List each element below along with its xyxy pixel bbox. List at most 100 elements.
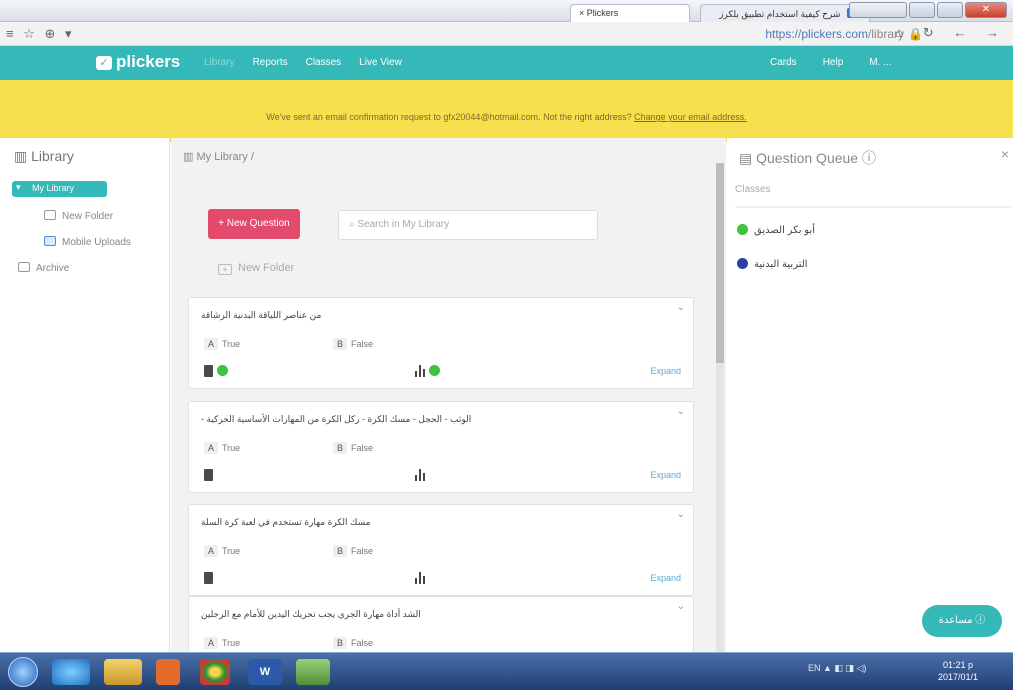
toolbar-icons-right[interactable]: ⌂ ↻ ← → xyxy=(895,25,1007,41)
excel-icon[interactable] xyxy=(296,659,330,685)
answer-text: True xyxy=(222,339,241,349)
nav-user[interactable]: M. ... xyxy=(869,57,891,68)
chevron-down-icon[interactable]: ⌄ xyxy=(677,302,685,313)
tab-tutorial[interactable]: شرح كيفية استخدام تطبيق بلكرز xyxy=(700,4,870,22)
nav-library[interactable]: Library xyxy=(204,57,235,68)
question-text-content: الشد أداة مهارة الجري يجب تحريك اليدين ل… xyxy=(201,609,421,619)
library-icon: ▥ xyxy=(183,151,194,163)
answer-text: False xyxy=(351,546,374,556)
answer-a: A True xyxy=(204,637,240,649)
calendar-icon[interactable] xyxy=(204,469,213,481)
answer-text: True xyxy=(222,443,241,453)
expand-button[interactable]: Expand xyxy=(650,470,681,480)
calendar-icon[interactable] xyxy=(204,572,213,584)
bar-chart-icon[interactable] xyxy=(415,365,425,377)
answer-b: B False xyxy=(333,338,373,350)
class-dot-icon xyxy=(217,365,228,376)
queue-icon: ▤ xyxy=(739,150,753,166)
scrollbar-thumb[interactable] xyxy=(716,163,724,363)
main-nav: Library Reports Classes Live View xyxy=(204,57,402,68)
breadcrumb: ▥ My Library / xyxy=(183,150,254,163)
sidebar-item-mobile-uploads[interactable]: Mobile Uploads xyxy=(44,236,131,248)
sidebar-item-archive[interactable]: Archive xyxy=(18,262,69,274)
nav-live-view[interactable]: Live View xyxy=(359,57,402,68)
nav-cards[interactable]: Cards xyxy=(770,57,797,68)
tab-label: Plickers xyxy=(586,8,619,18)
question-queue-panel: ▤ Question Queue ⓘ × Classes أبو بكر الص… xyxy=(727,138,1013,652)
expand-button[interactable]: Expand xyxy=(650,573,681,583)
chrome-icon[interactable] xyxy=(200,659,230,685)
search-input[interactable]: ⌕ Search in My Library xyxy=(338,210,598,240)
sidebar-item-my-library[interactable]: My Library xyxy=(12,181,107,197)
system-tray[interactable]: EN ▲ ◧ ◨ ◁) xyxy=(808,663,866,674)
plickers-logo[interactable]: ✓ plickers xyxy=(96,52,180,72)
answer-b: B False xyxy=(333,637,373,649)
url-host: https://plickers.com xyxy=(765,27,869,41)
bar-chart-icon[interactable] xyxy=(415,572,425,584)
mobile-icon xyxy=(44,236,56,246)
maximize-button[interactable] xyxy=(937,2,963,18)
divider xyxy=(735,206,1011,208)
queue-title: ▤ Question Queue ⓘ xyxy=(739,148,876,168)
calendar-icon[interactable] xyxy=(204,365,213,377)
new-folder-label: New Folder xyxy=(238,262,295,274)
folder-icon xyxy=(44,210,56,220)
library-icon: ▥ xyxy=(14,148,28,164)
new-folder-icon: + xyxy=(218,264,232,275)
answer-text: False xyxy=(351,443,374,453)
answer-letter: A xyxy=(204,442,219,454)
answer-letter: B xyxy=(333,442,348,454)
chevron-down-icon[interactable]: ⌄ xyxy=(677,406,685,417)
file-explorer-icon[interactable] xyxy=(104,659,142,685)
start-button-icon[interactable] xyxy=(8,657,38,687)
nav-classes[interactable]: Classes xyxy=(306,57,342,68)
banner-text: We've sent an email confirmation request… xyxy=(266,112,632,122)
windows-taskbar: W EN ▲ ◧ ◨ ◁) 01:21 p 2017/01/1 xyxy=(0,652,1013,690)
close-icon[interactable]: × xyxy=(1001,146,1009,162)
tab-plickers[interactable]: × Plickers xyxy=(570,4,690,22)
brand-name: plickers xyxy=(116,52,181,71)
office-icon[interactable] xyxy=(156,659,180,685)
info-icon[interactable]: ⓘ xyxy=(862,150,876,166)
new-question-button[interactable]: + New Question xyxy=(208,209,300,239)
question-card[interactable]: الشد أداة مهارة الجري يجب تحريك اليدين ل… xyxy=(188,596,694,652)
sidebar-item-new-folder[interactable]: New Folder xyxy=(44,210,113,222)
class-dot-icon xyxy=(429,365,440,376)
breadcrumb-text[interactable]: My Library / xyxy=(196,151,253,163)
question-card[interactable]: من عناصر اللياقة البدنية الرشاقة ⌄ A True… xyxy=(188,297,694,389)
expand-button[interactable]: Expand xyxy=(650,366,681,376)
word-icon[interactable]: W xyxy=(248,659,282,685)
answer-text: False xyxy=(351,339,374,349)
change-email-link[interactable]: Change your email address. xyxy=(634,112,747,122)
nav-right: Cards Help M. ... xyxy=(770,57,892,68)
minimize-button[interactable] xyxy=(909,2,935,18)
question-card[interactable]: مسك الكرة مهارة تستخدم في لعبة كرة السلة… xyxy=(188,504,694,596)
library-sidebar: ▥ Library My Library New Folder Mobile U… xyxy=(0,138,170,652)
search-icon: ⌕ xyxy=(349,219,355,230)
help-button[interactable]: مساعدة ⓘ xyxy=(922,605,1002,637)
queue-class-item[interactable]: أبو بكر الصديق xyxy=(737,224,815,236)
bar-chart-icon[interactable] xyxy=(415,469,425,481)
toolbar-icons-left[interactable]: ≡ ☆ ⊕ ▾ xyxy=(6,26,75,42)
clock[interactable]: 01:21 p 2017/01/1 xyxy=(938,659,978,683)
queue-class-item[interactable]: التربية البدنية xyxy=(737,258,808,270)
nav-help[interactable]: Help xyxy=(823,57,844,68)
sidebar-title: ▥ Library xyxy=(14,148,74,165)
clock-date: 2017/01/1 xyxy=(938,672,979,682)
chevron-down-icon[interactable]: ⌄ xyxy=(677,509,685,520)
scrollbar[interactable] xyxy=(716,163,724,652)
chevron-down-icon[interactable]: ⌄ xyxy=(677,601,685,612)
answer-letter: A xyxy=(204,545,219,557)
answer-letter: B xyxy=(333,637,348,649)
internet-explorer-icon[interactable] xyxy=(52,659,90,685)
profile-button[interactable] xyxy=(849,2,907,18)
checkmark-logo-icon: ✓ xyxy=(96,56,112,70)
library-main: ▥ My Library / + New Question ⌕ Search i… xyxy=(171,138,726,652)
close-icon[interactable]: × xyxy=(579,8,584,18)
new-folder-button[interactable]: + New Folder xyxy=(218,262,294,275)
banner-message: We've sent an email confirmation request… xyxy=(0,112,1013,122)
question-card[interactable]: الوثب - الحجل - مسك الكرة - ركل الكرة من… xyxy=(188,401,694,493)
answer-a: A True xyxy=(204,442,240,454)
nav-reports[interactable]: Reports xyxy=(253,57,288,68)
close-window-button[interactable]: ✕ xyxy=(965,2,1007,18)
